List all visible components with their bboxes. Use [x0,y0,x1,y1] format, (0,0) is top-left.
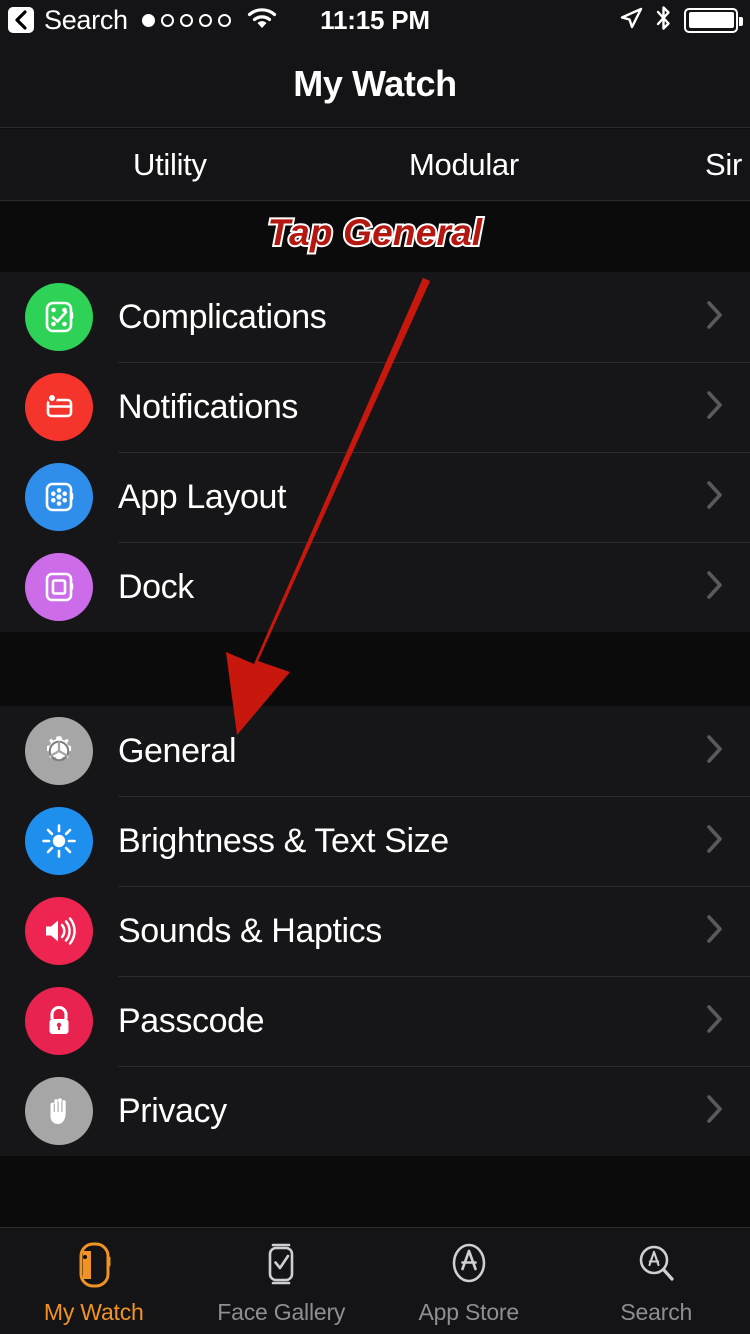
tab-search[interactable]: Search [563,1228,750,1334]
chevron-right-icon [706,824,724,859]
gear-icon [25,717,93,785]
watch-face-utility[interactable]: Utility [133,147,207,183]
speaker-volume-icon [25,897,93,965]
list-item-label: Dock [118,568,194,607]
chevron-right-icon [706,480,724,515]
chevron-right-icon [706,1004,724,1039]
list-item-label: App Layout [118,478,286,517]
tab-label: Face Gallery [217,1299,345,1326]
chevron-right-icon [706,1094,724,1129]
list-item-privacy[interactable]: Privacy [0,1066,750,1156]
navigation-bar: My Watch [0,40,750,128]
bluetooth-icon [655,5,672,36]
list-item-complications[interactable]: Complications [0,272,750,362]
search-magnifier-icon [631,1237,681,1293]
page-title: My Watch [293,63,456,105]
settings-group-system: General [0,706,750,1156]
notifications-banner-icon [25,373,93,441]
lock-icon [25,987,93,1055]
brightness-sun-icon [25,807,93,875]
list-item-brightness-text-size[interactable]: Brightness & Text Size [0,796,750,886]
app-store-icon [444,1237,494,1293]
list-item-label: Passcode [118,1002,264,1041]
list-item-general[interactable]: General [0,706,750,796]
complications-watch-icon [25,283,93,351]
list-item-app-layout[interactable]: App Layout [0,452,750,542]
list-item-passcode[interactable]: Passcode [0,976,750,1066]
list-item-notifications[interactable]: Notifications [0,362,750,452]
chevron-right-icon [706,390,724,425]
chevron-right-icon [706,300,724,335]
tab-app-store[interactable]: App Store [375,1228,563,1334]
location-arrow-icon [619,6,643,35]
settings-group-watch-face: Complications Notifications [0,272,750,632]
list-item-dock[interactable]: Dock [0,542,750,632]
list-top-gap [0,202,750,272]
watch-icon [69,1237,119,1293]
watch-face-modular[interactable]: Modular [409,147,519,183]
app-layout-grid-icon [25,463,93,531]
tab-label: My Watch [44,1299,144,1326]
chevron-right-icon [706,734,724,769]
dock-square-icon [25,553,93,621]
tab-label: App Store [419,1299,520,1326]
list-bottom-gap [0,1156,750,1236]
apple-watch-app-screen: Search 11:15 PM [0,0,750,1334]
list-item-label: Privacy [118,1092,227,1131]
chevron-right-icon [706,570,724,605]
list-item-label: Brightness & Text Size [118,822,449,861]
list-item-sounds-haptics[interactable]: Sounds & Haptics [0,886,750,976]
tab-face-gallery[interactable]: Face Gallery [188,1228,376,1334]
settings-list[interactable]: Complications Notifications [0,202,750,1226]
tab-my-watch[interactable]: My Watch [0,1228,188,1334]
watch-face-siri[interactable]: Sir [705,147,742,183]
tab-label: Search [620,1299,692,1326]
list-item-label: Sounds & Haptics [118,912,382,951]
tab-bar: My Watch Face Gallery App Store [0,1227,750,1334]
chevron-right-icon [706,914,724,949]
list-item-label: Notifications [118,388,298,427]
list-item-label: Complications [118,298,326,337]
face-gallery-watch-icon [256,1237,306,1293]
status-bar-right [619,0,738,40]
watch-face-carousel[interactable]: Utility Modular Sir [0,129,750,201]
hand-privacy-icon [25,1077,93,1145]
list-item-label: General [118,732,236,771]
list-group-gap [0,632,750,706]
status-bar: Search 11:15 PM [0,0,750,40]
battery-full-icon [684,8,738,33]
